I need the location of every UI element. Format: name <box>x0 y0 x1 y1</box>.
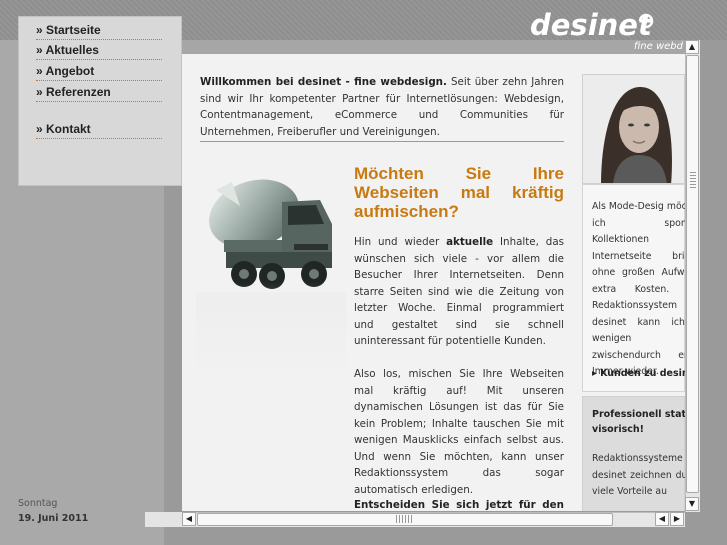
info-panel-text: Redaktionssysteme desinet zeichnen durch… <box>592 453 685 497</box>
tagline: fine webd <box>633 41 683 52</box>
arrow-right-icon: ▸ <box>592 368 601 379</box>
date-weekday: Sonntag <box>18 498 58 509</box>
tagline-bar <box>182 40 685 54</box>
divider <box>200 141 564 142</box>
vertical-scroll-thumb[interactable] <box>686 55 699 493</box>
portrait-photo <box>582 74 685 184</box>
date-full: 19. Juni 2011 <box>18 513 89 524</box>
horizontal-grip-icon <box>396 515 412 523</box>
intro-bold: Willkommen bei desinet - fine webdesign. <box>200 76 447 88</box>
scroll-left-button[interactable]: ◀ <box>182 512 196 526</box>
cement-mixer-truck-image <box>196 179 346 382</box>
brand-logo[interactable]: desinet <box>530 8 652 42</box>
nav-item-startseite[interactable]: » Startseite <box>36 23 162 40</box>
customers-link-label: Kunden zu desine <box>600 368 685 379</box>
testimonial-text: Als Mode-Desig möchte ich spontan Kollek… <box>592 201 685 377</box>
intro-paragraph: Willkommen bei desinet - fine webdesign.… <box>200 74 564 140</box>
nav-item-referenzen[interactable]: » Referenzen <box>36 85 162 102</box>
para1-start: Hin und wieder <box>354 236 447 248</box>
headline: Möchten Sie Ihre Webseiten mal kräftig a… <box>354 164 564 221</box>
body-text: Hin und wieder aktuelle Inhalte, das wün… <box>354 234 564 511</box>
para1-rest: Inhalte, das wünschen sich viele - vor a… <box>354 236 564 347</box>
vertical-grip-icon <box>690 172 696 188</box>
scroll-corner-strip <box>145 512 182 527</box>
testimonial-panel: Als Mode-Desig möchte ich spontan Kollek… <box>582 184 685 392</box>
scroll-left-button-2[interactable]: ◀ <box>655 512 669 526</box>
nav-item-angebot[interactable]: » Angebot <box>36 64 162 81</box>
main-content: Willkommen bei desinet - fine webdesign.… <box>182 54 685 511</box>
nav-item-aktuelles[interactable]: » Aktuelles <box>36 43 162 60</box>
testimonial-column: Als Mode-Desig möchte ich spontan Kollek… <box>582 74 685 511</box>
scroll-up-button[interactable]: ▲ <box>685 40 699 54</box>
scroll-down-button[interactable]: ▼ <box>685 497 699 511</box>
logo-swirl-icon <box>638 13 654 29</box>
main-navigation: » Startseite » Aktuelles » Angebot » Ref… <box>18 16 182 186</box>
info-panel: Professionell statt visorisch! Redaktion… <box>582 396 685 511</box>
para1-bold: aktuelle <box>446 236 494 248</box>
nav-item-kontakt[interactable]: » Kontakt <box>36 122 162 139</box>
customers-link[interactable]: ▸ Kunden zu desine <box>592 368 685 379</box>
paragraph-2: Also los, mischen Sie Ihre Webseiten mal… <box>354 368 564 496</box>
info-panel-heading: Professionell statt visorisch! <box>592 409 685 435</box>
scroll-right-button[interactable]: ▶ <box>670 512 684 526</box>
call-to-action-line: Entscheiden Sie sich jetzt für den <box>354 499 564 511</box>
paragraph-1: Hin und wieder aktuelle Inhalte, das wün… <box>354 234 564 350</box>
